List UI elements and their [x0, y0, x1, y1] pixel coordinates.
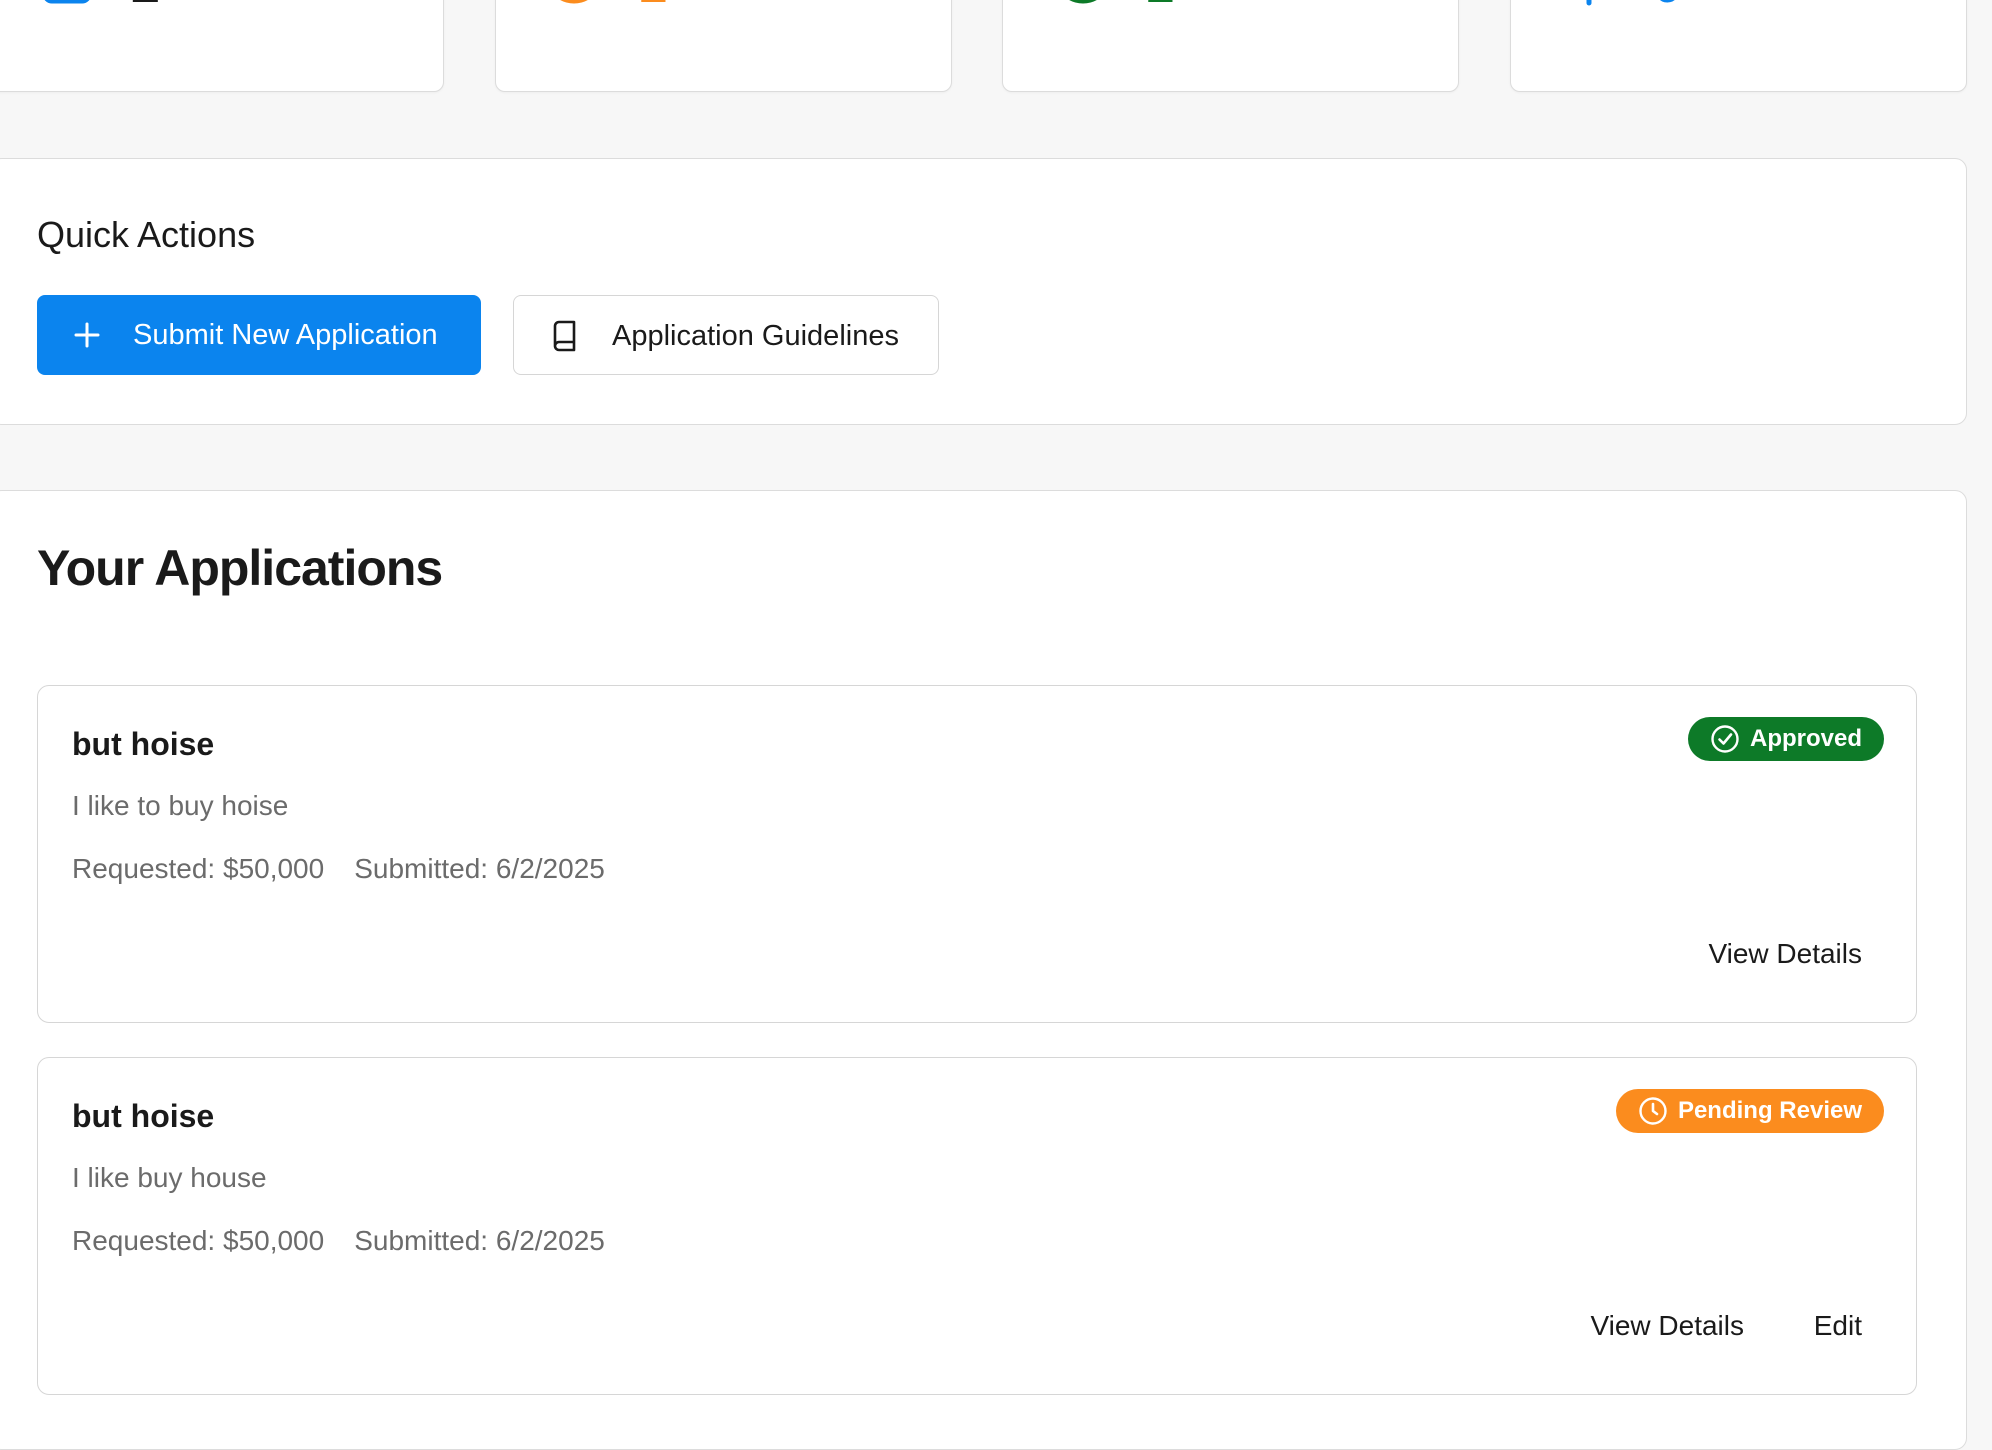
submit-new-application-label: Submit New Application — [133, 319, 438, 351]
status-badge-label: Approved — [1749, 725, 1862, 752]
applications-panel: Your Applications but hoise I like to bu… — [0, 490, 1967, 1450]
application-description: I like buy house — [72, 1162, 267, 1193]
view-details-button[interactable]: View Details — [1590, 1310, 1744, 1342]
document-icon — [41, 0, 93, 23]
application-guidelines-button[interactable]: Application Guidelines — [513, 295, 939, 375]
requested-amount: Requested: $50,000 — [72, 1225, 325, 1256]
submit-new-application-button[interactable]: Submit New Application — [37, 295, 481, 375]
clock-icon — [1639, 1097, 1667, 1125]
plus-icon — [74, 322, 100, 348]
status-badge: Approved — [1687, 717, 1884, 761]
stat-card-total: 2 — [0, 0, 444, 92]
quick-actions-title: Quick Actions — [37, 214, 256, 255]
stat-card-funded: 0 — [1510, 0, 1967, 92]
stat-card-approved: 1 — [1002, 0, 1459, 92]
stat-value-funded: 0 — [1653, 0, 1682, 11]
requested-amount: Requested: $50,000 — [72, 853, 325, 884]
submitted-date: Submitted: 6/2/2025 — [354, 853, 605, 884]
view-details-button[interactable]: View Details — [1708, 938, 1862, 970]
application-guidelines-label: Application Guidelines — [612, 320, 899, 352]
application-card: but hoise I like buy house Requested: $5… — [37, 1057, 1917, 1395]
application-title: but hoise — [72, 726, 215, 762]
application-title: but hoise — [72, 1098, 215, 1134]
application-card: but hoise I like to buy hoise Requested:… — [37, 685, 1917, 1023]
clock-icon — [546, 0, 598, 23]
check-circle-icon — [1053, 0, 1105, 23]
stat-value-total: 2 — [131, 0, 160, 11]
application-meta: Requested: $50,000 Submitted: 6/2/2025 — [72, 1225, 605, 1257]
edit-button[interactable]: Edit — [1814, 1310, 1862, 1342]
check-circle-icon — [1711, 725, 1739, 753]
quick-actions-panel: Quick Actions Submit New Application App… — [0, 158, 1967, 425]
status-badge-label: Pending Review — [1677, 1097, 1862, 1124]
submitted-date: Submitted: 6/2/2025 — [354, 1225, 605, 1256]
status-badge: Pending Review — [1615, 1089, 1884, 1133]
applications-title: Your Applications — [37, 540, 443, 596]
currency-icon — [1567, 0, 1619, 23]
application-description: I like to buy hoise — [72, 790, 289, 821]
application-meta: Requested: $50,000 Submitted: 6/2/2025 — [72, 853, 605, 885]
stat-value-pending: 1 — [638, 0, 667, 11]
stat-card-pending: 1 — [495, 0, 952, 92]
stat-value-approved: 1 — [1145, 0, 1174, 11]
book-icon — [553, 320, 576, 352]
